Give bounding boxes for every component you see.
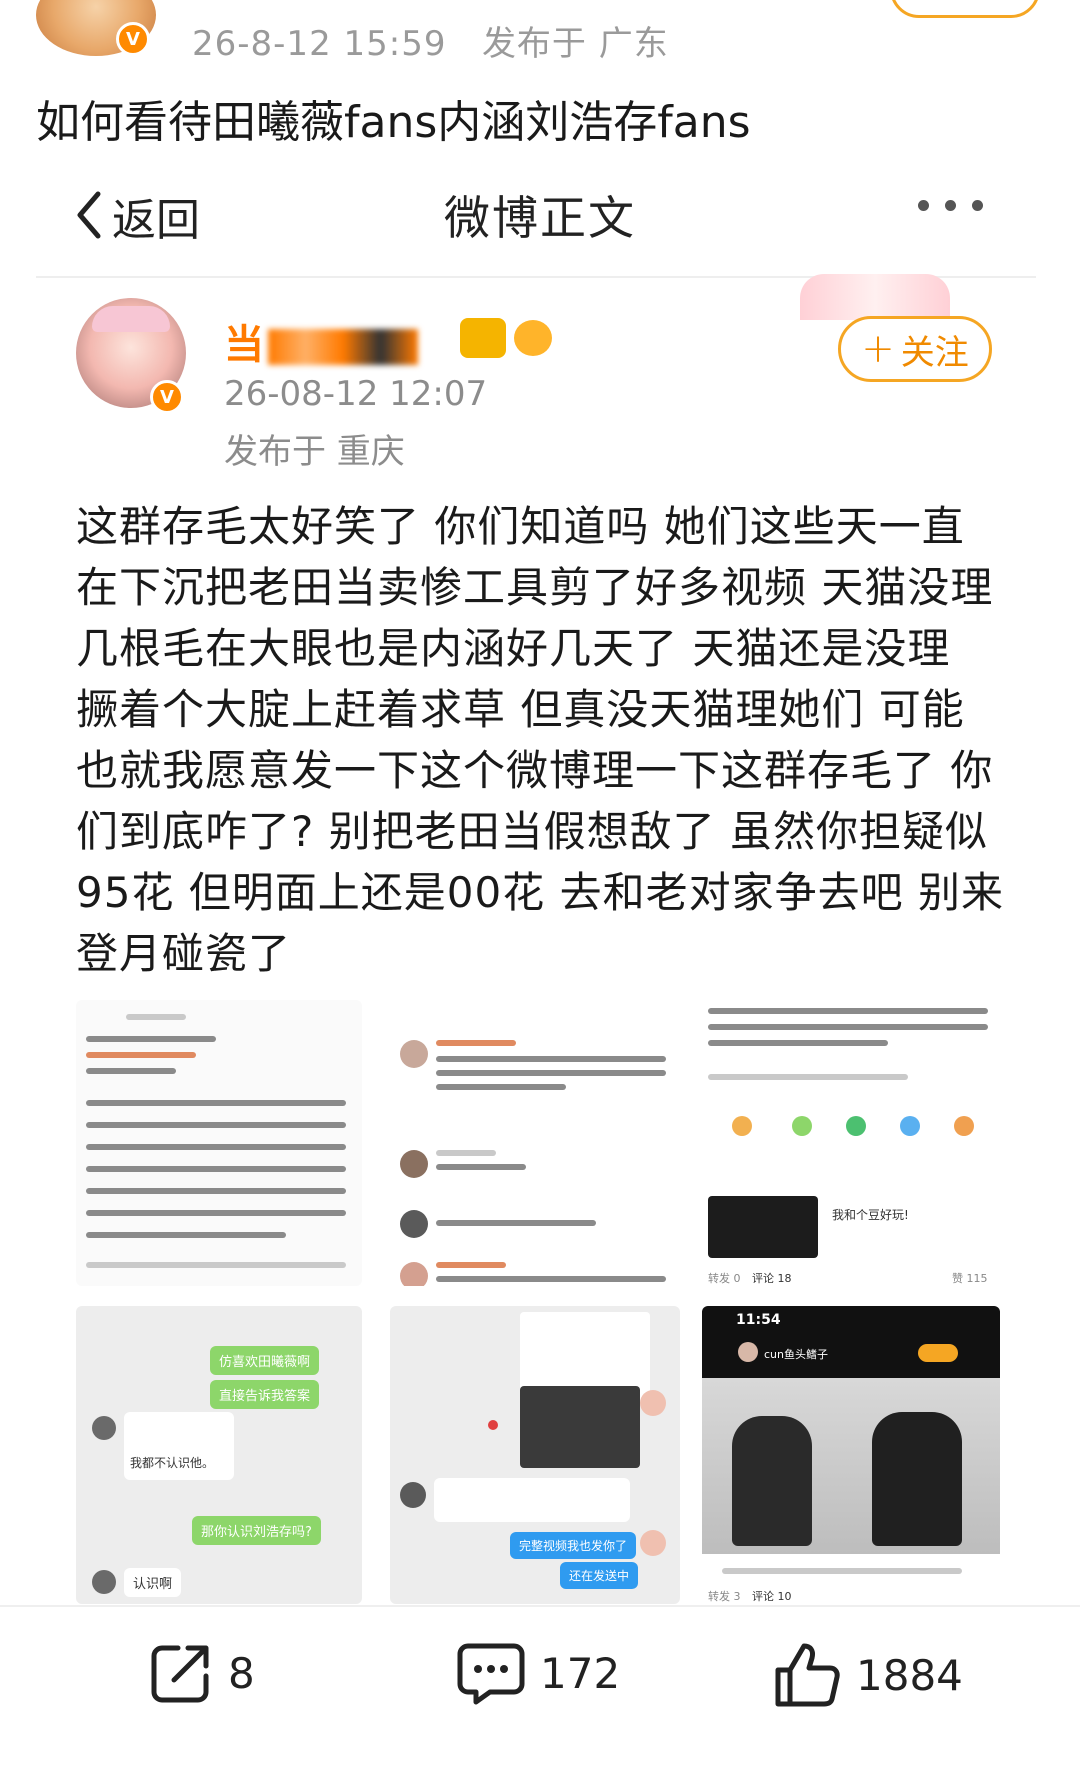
repost-icon (151, 1645, 209, 1703)
chat-reply: 我都不认识他。 (130, 1456, 215, 1470)
outer-post-meta: 26-8-12 15:59 发布于 广东 (192, 16, 669, 65)
img3-like: 赞 115 (952, 1272, 988, 1285)
blurred-name (268, 329, 418, 365)
chat-text: 我和个豆好玩! (832, 1208, 909, 1222)
chat-bubble-3: 那你认识刘浩存吗? (192, 1516, 321, 1545)
pufferfish-badge-icon (514, 320, 552, 356)
img6-forward: 转发 3 (708, 1590, 741, 1603)
img3-forward: 转发 0 (708, 1272, 741, 1285)
follow-decoration (800, 274, 950, 320)
comment-count: 172 (540, 1648, 621, 1698)
comment-icon (457, 1643, 525, 1705)
chat-bubble-2: 直接告诉我答案 (210, 1380, 320, 1409)
outer-post-location: 发布于 广东 (481, 24, 669, 64)
outer-follow-button[interactable] (890, 0, 1040, 18)
img3-comment: 评论 18 (752, 1272, 792, 1285)
thumbs-up-icon (775, 1643, 840, 1707)
chat-reply-2: 认识啊 (124, 1568, 182, 1597)
outer-post-timestamp: 26-8-12 15:59 (192, 24, 447, 64)
verified-badge-icon: V (116, 22, 150, 56)
bottom-divider (0, 1605, 1080, 1607)
video-username: cun鱼头鳍子 (764, 1348, 828, 1361)
inner-post-timestamp: 26-08-12 12:07 (224, 374, 488, 414)
repost-button[interactable]: 8 (148, 1640, 255, 1706)
like-button[interactable]: 1884 (772, 1640, 963, 1710)
follow-label: 关注 (900, 332, 969, 373)
like-count: 1884 (856, 1650, 963, 1700)
img6-comment: 评论 10 (752, 1590, 792, 1603)
chat-bubble-blue-2: 还在发送中 (560, 1562, 639, 1589)
status-time: 11:54 (736, 1312, 781, 1328)
image-thumbnail-5[interactable]: 完整视频我也发你了 还在发送中 (390, 1306, 680, 1604)
image-thumbnail-6[interactable]: 11:54 cun鱼头鳍子 转发 3 评论 10 (702, 1306, 1000, 1604)
crown-badge-icon (460, 318, 506, 358)
chat-bubble-1: 仿喜欢田曦薇啊 (210, 1346, 320, 1375)
chat-bubble-blue-1: 完整视频我也发你了 (510, 1532, 637, 1559)
inner-post-location: 发布于 重庆 (224, 432, 405, 472)
more-options-icon[interactable] (918, 200, 983, 211)
plus-icon: + (861, 326, 895, 372)
repost-count: 8 (228, 1648, 255, 1698)
page-title: 微博正文 (444, 191, 636, 245)
follow-button[interactable]: + 关注 (838, 316, 992, 382)
image-thumbnail-1[interactable] (76, 1000, 362, 1286)
post-body: 这群存毛太好笑了 你们知道吗 她们这些天一直在下沉把老田当卖惨工具剪了好多视频 … (76, 502, 1004, 978)
author-verified-badge-icon: V (150, 380, 184, 414)
outer-post-title: 如何看待田曦薇fans内涵刘浩存fans (36, 97, 751, 148)
image-thumbnail-3[interactable]: 我和个豆好玩! 转发 0 评论 18 赞 115 (702, 1000, 1000, 1286)
comment-button[interactable]: 172 (456, 1640, 620, 1706)
author-name[interactable]: 当 (224, 312, 418, 370)
image-thumbnail-4[interactable]: 仿喜欢田曦薇啊 直接告诉我答案 我都不认识他。 那你认识刘浩存吗? 认识啊 (76, 1306, 362, 1604)
image-thumbnail-2[interactable] (390, 1000, 680, 1286)
